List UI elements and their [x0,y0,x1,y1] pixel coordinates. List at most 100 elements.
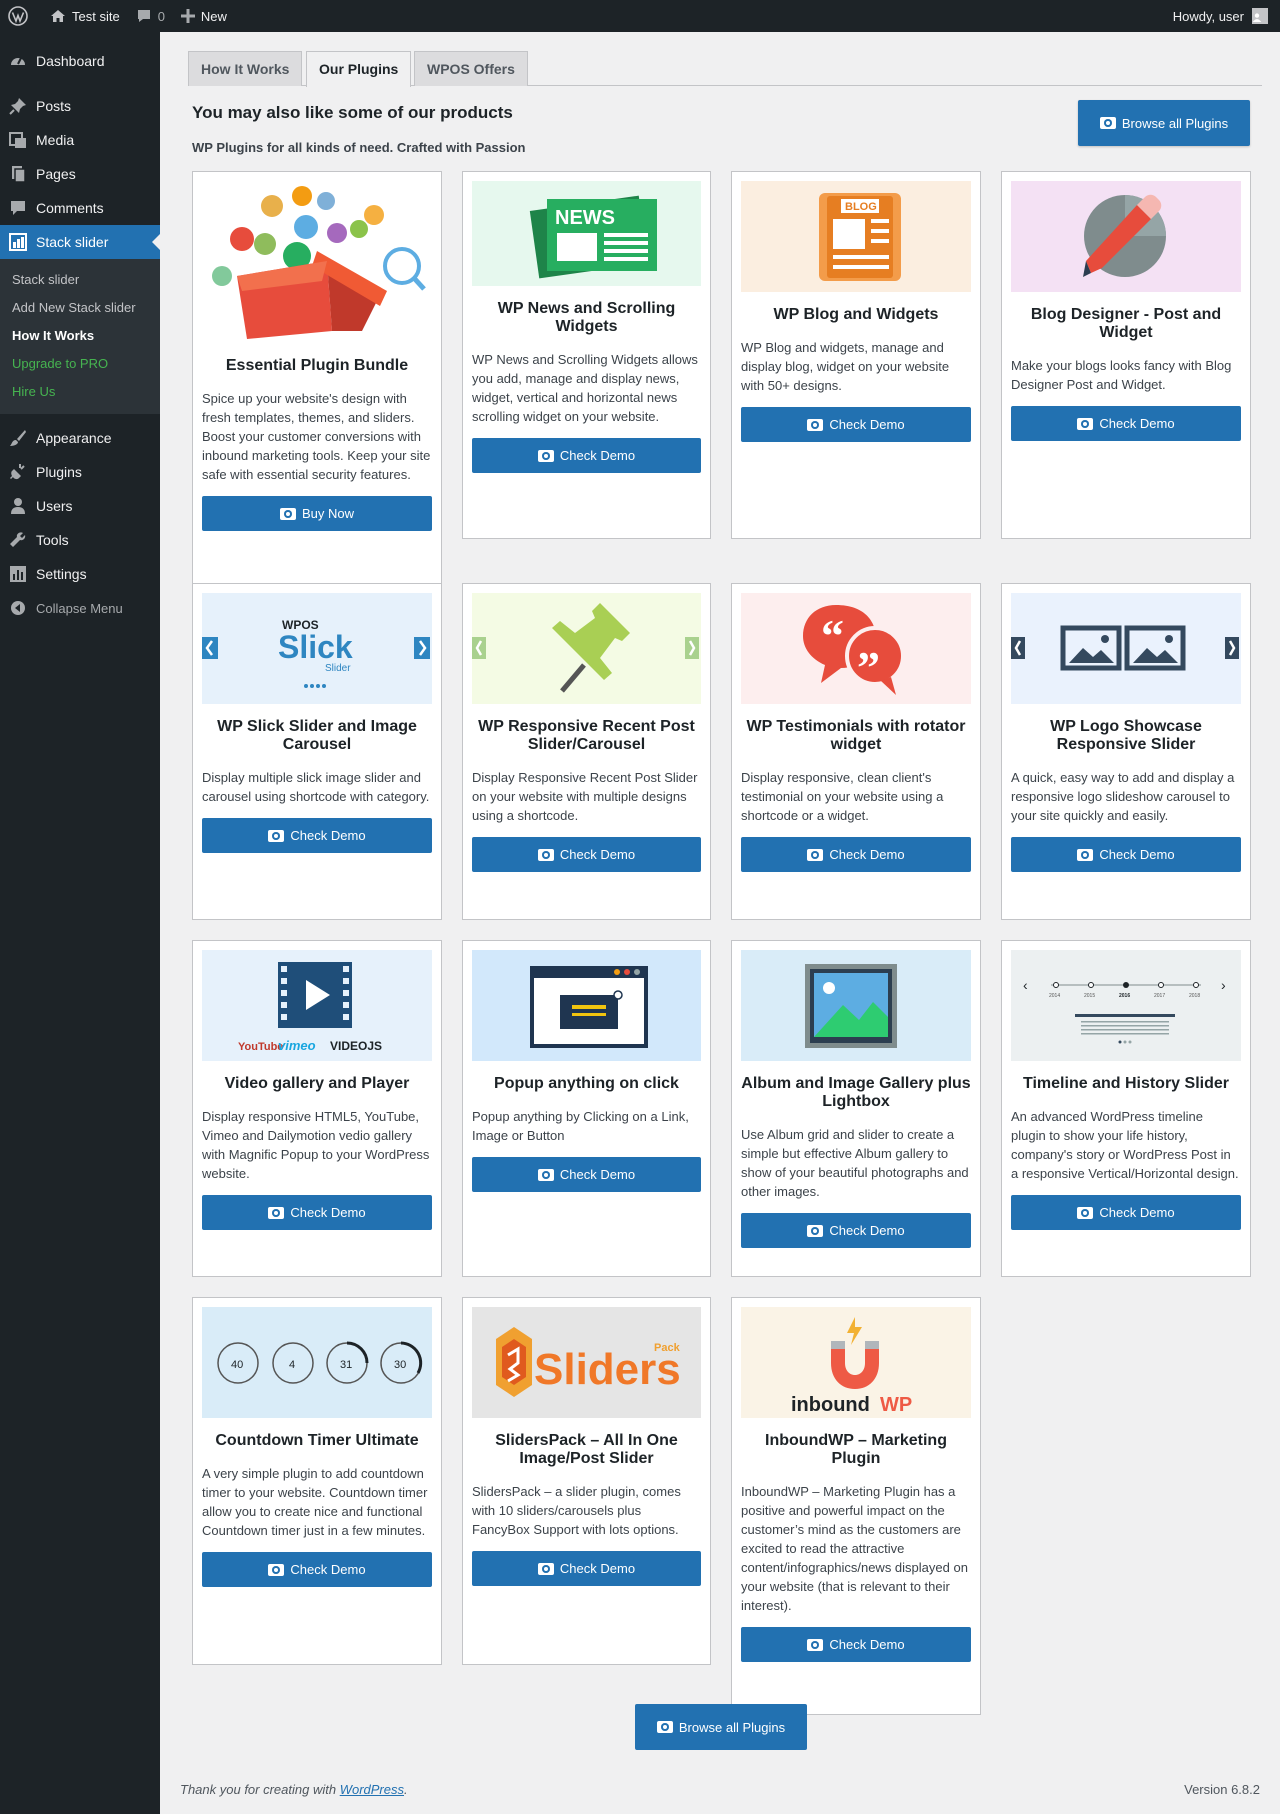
menu-posts[interactable]: Posts [0,89,160,123]
wp-logo[interactable] [0,0,42,32]
svg-text:40: 40 [231,1359,243,1371]
plugin-card: Popup anything on click Popup anything b… [462,940,711,1277]
menu-stack-slider[interactable]: Stack slider [0,225,160,259]
check-demo-button[interactable]: Check Demo [472,1551,701,1586]
plugin-description: A quick, easy way to add and display a r… [1011,770,1235,823]
check-demo-button[interactable]: Check Demo [1011,837,1241,872]
check-demo-button[interactable]: Check Demo [1011,406,1241,441]
plugin-card: Album and Image Gallery plus Lightbox Us… [731,940,981,1277]
picture-frame-icon [805,964,897,1048]
menu-appearance[interactable]: Appearance [0,421,160,455]
plugin-title: WP Responsive Recent Post Slider/Carouse… [478,718,695,753]
submenu-hire-us[interactable]: Hire Us [0,378,160,406]
menu-label: Plugins [36,464,82,480]
comments-link[interactable]: 0 [128,0,173,32]
wordpress-link[interactable]: WordPress [340,1782,404,1797]
svg-text:2016: 2016 [1119,993,1130,999]
submenu-upgrade-pro[interactable]: Upgrade to PRO [0,350,160,378]
my-account-link[interactable]: Howdy, user [1165,0,1280,32]
collapse-icon [8,598,28,618]
check-demo-button[interactable]: Check Demo [472,438,701,473]
menu-settings[interactable]: Settings [0,557,160,591]
eye-icon [807,418,824,431]
svg-text:VIDEOJS: VIDEOJS [330,1039,382,1053]
sliderspack-logo: Sliders Pack [496,1327,681,1397]
brush-icon [8,428,28,448]
check-demo-button[interactable]: Check Demo [741,837,971,872]
menu-users[interactable]: Users [0,489,160,523]
submenu-stack-slider[interactable]: Stack slider [0,266,160,294]
plugin-card: Essential Plugin Bundle Spice up your we… [192,171,442,595]
wordpress-logo-icon [8,6,28,26]
tab-wpos-offers[interactable]: WPOS Offers [414,51,528,86]
menu-comments[interactable]: Comments [0,191,160,225]
tab-our-plugins[interactable]: Our Plugins [306,51,412,87]
submenu-add-new[interactable]: Add New Stack slider [0,294,160,322]
menu-pages[interactable]: Pages [0,157,160,191]
buy-now-button[interactable]: Buy Now [202,496,432,531]
check-demo-button[interactable]: Check Demo [472,1157,701,1192]
plugin-title: Album and Image Gallery plus Lightbox [741,1075,971,1110]
footer: Thank you for creating with WordPress. V… [180,1782,1260,1797]
eye-icon [268,1206,285,1219]
comment-bubble-icon [137,10,150,22]
video-gallery-thumbnail: YouTube vimeo VIDEOJS [202,950,432,1061]
check-demo-button[interactable]: Check Demo [472,837,701,872]
plugin-card: inbound WP InboundWP – Marketing Plugin … [731,1297,981,1715]
eye-icon [807,848,824,861]
check-demo-button[interactable]: Check Demo [202,1195,432,1230]
svg-text:inbound: inbound [791,1394,870,1416]
howdy-text: Howdy, user [1172,8,1244,24]
check-demo-button[interactable]: Check Demo [741,407,971,442]
eye-icon [279,507,296,520]
menu-label: Comments [36,200,104,216]
site-name-link[interactable]: Test site [42,0,128,32]
avatar [1252,8,1268,24]
post-slider-thumbnail [472,593,701,704]
check-demo-button[interactable]: Check Demo [741,1213,971,1248]
plugin-title: Essential Plugin Bundle [225,357,409,374]
eye-icon [807,1638,824,1651]
check-demo-button[interactable]: Check Demo [202,1552,432,1587]
countdown-thumbnail: 40 4 31 30 [202,1307,432,1418]
check-demo-button[interactable]: Check Demo [741,1627,971,1662]
tab-bar: How It Works Our Plugins WPOS Offers [188,51,1262,87]
media-icon [8,130,28,150]
browse-all-plugins-button-bottom[interactable]: Browse all Plugins [635,1704,807,1750]
plugin-card: 40 4 31 30 Countdown Timer Ultimate A ve… [192,1297,442,1665]
plugin-description: An advanced WordPress timeline plugin to… [1011,1109,1239,1181]
check-demo-button[interactable]: Check Demo [202,818,432,853]
plugin-description: InboundWP – Marketing Plugin has a posit… [741,1484,968,1613]
plugin-title: Timeline and History Slider [1023,1075,1229,1092]
svg-text:Pack: Pack [654,1342,681,1354]
browse-all-plugins-button[interactable]: Browse all Plugins [1078,100,1250,146]
stack-slider-submenu: Stack slider Add New Stack slider How It… [0,259,160,414]
pin-icon [8,96,28,116]
quote-bubble-icon: “ ” [803,605,905,695]
blog-thumbnail: BLOG [741,181,971,292]
timeline-thumbnail: ‹ › 2014 2015 2016 2017 2018 [1011,950,1241,1061]
eye-icon [1077,1206,1094,1219]
menu-plugins[interactable]: Plugins [0,455,160,489]
menu-tools[interactable]: Tools [0,523,160,557]
menu-label: Pages [36,166,76,182]
slick-slider-logo: WPOS Slick Slider [202,618,430,688]
menu-label: Media [36,132,75,148]
collapse-menu-button[interactable]: Collapse Menu [0,591,160,625]
menu-label: Collapse Menu [36,600,123,616]
check-demo-button[interactable]: Check Demo [1011,1195,1241,1230]
comment-count: 0 [157,8,165,24]
menu-media[interactable]: Media [0,123,160,157]
timeline-icon: ‹ › 2014 2015 2016 2017 2018 [1023,977,1226,1044]
svg-text:2017: 2017 [1154,993,1165,999]
plugin-card: WP Logo Showcase Responsive Slider A qui… [1001,583,1251,920]
new-content-link[interactable]: New [173,0,235,32]
plugin-title: Popup anything on click [494,1075,679,1092]
plugin-title: WP Testimonials with rotator widget [746,718,966,753]
menu-dashboard[interactable]: Dashboard [0,44,160,78]
submenu-how-it-works[interactable]: How It Works [0,322,160,350]
menu-label: Appearance [36,430,112,446]
eye-icon [537,449,554,462]
tab-how-it-works[interactable]: How It Works [188,51,303,86]
svg-text:WP: WP [880,1394,912,1416]
